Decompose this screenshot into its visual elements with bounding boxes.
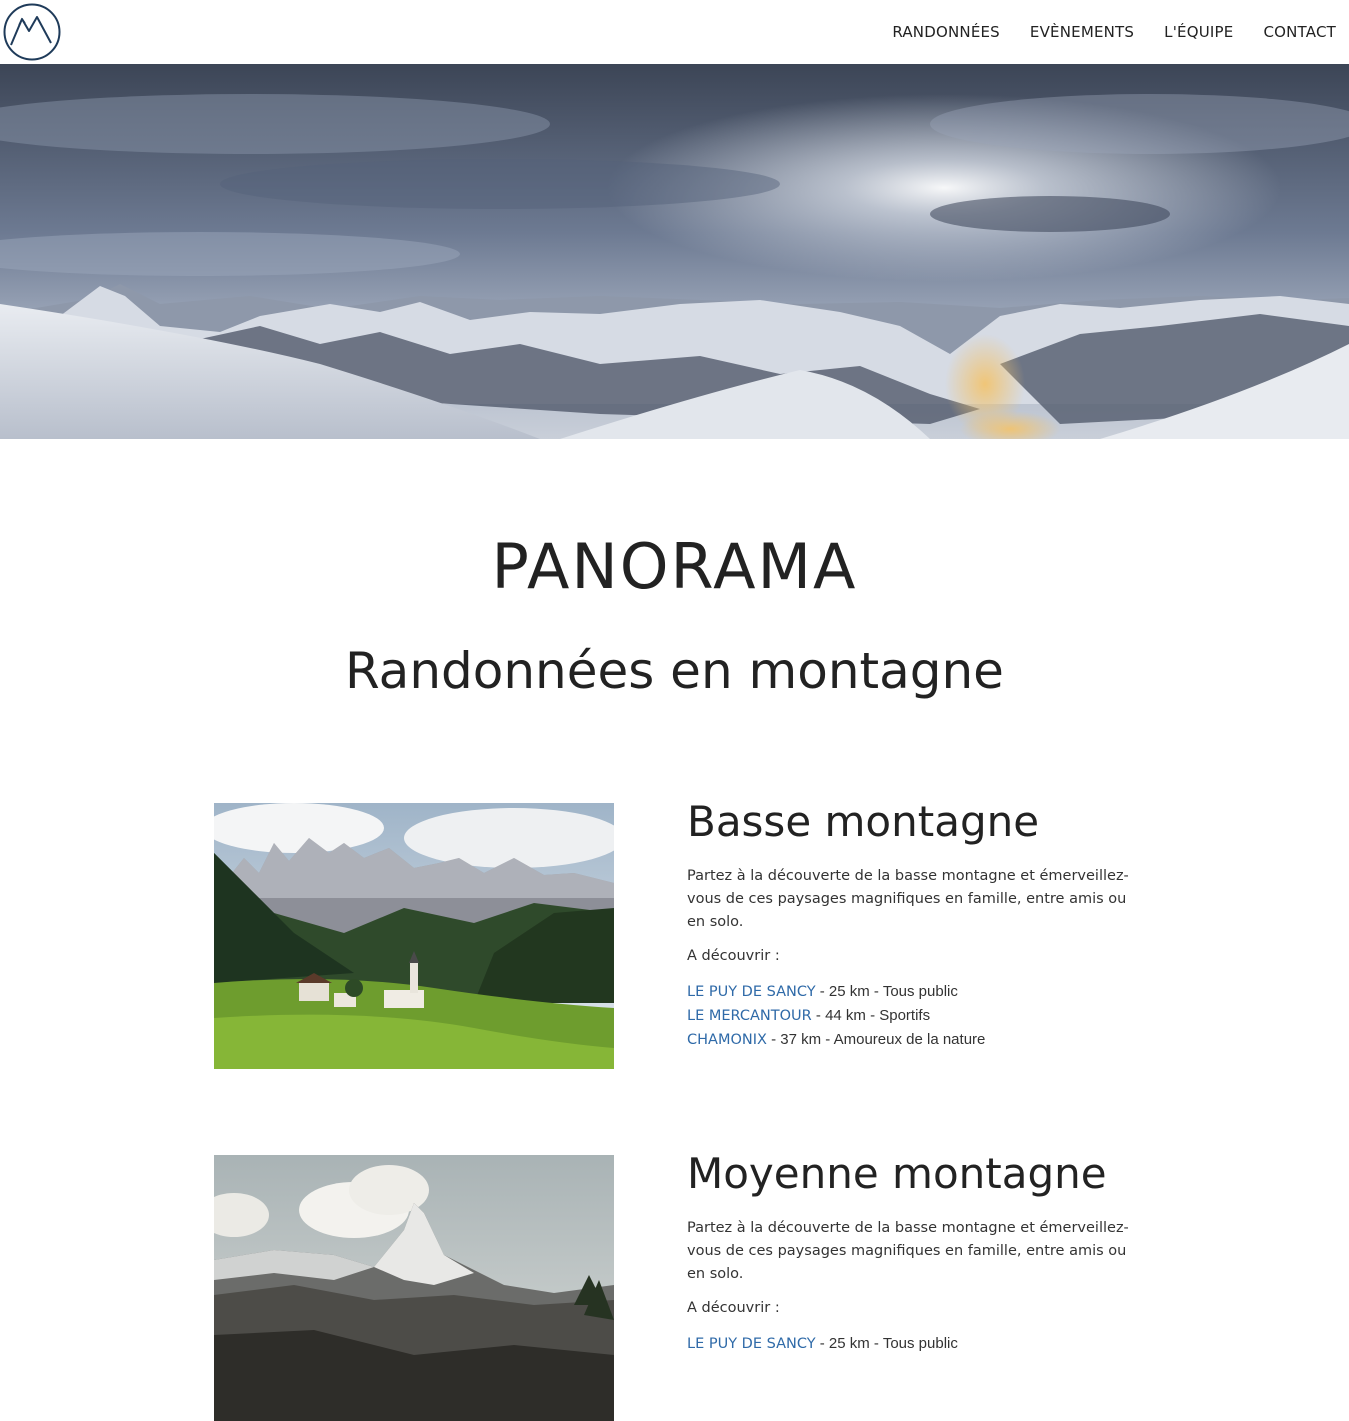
nav-link-evenements[interactable]: EVÈNEMENTS: [1030, 23, 1134, 41]
discover-label: A découvrir :: [687, 1300, 780, 1317]
section-description: Partez à la découverte de la basse monta…: [687, 868, 1129, 931]
destination-details: - 37 km - Amoureux de la nature: [766, 1031, 986, 1049]
nav-link-equipe[interactable]: L'ÉQUIPE: [1164, 23, 1233, 41]
nav-link-contact[interactable]: CONTACT: [1263, 23, 1336, 41]
matterhorn-photo: [214, 1155, 614, 1421]
list-item: LE PUY DE SANCY - 25 km - Tous public: [687, 1332, 1167, 1356]
site-header: RANDONNÉES EVÈNEMENTS L'ÉQUIPE CONTACT: [0, 0, 1349, 64]
destination-details: - 25 km - Tous public: [815, 983, 958, 1001]
section-title: Basse montagne: [687, 797, 1040, 846]
mountain-logo-icon[interactable]: [3, 3, 61, 61]
main-nav: RANDONNÉES EVÈNEMENTS L'ÉQUIPE CONTACT: [892, 0, 1336, 64]
nav-link-randonnees[interactable]: RANDONNÉES: [892, 23, 1000, 41]
section-description: Partez à la découverte de la basse monta…: [687, 1220, 1129, 1283]
section-title: Moyenne montagne: [687, 1149, 1107, 1198]
page-subtitle: Randonnées en montagne: [345, 642, 1004, 700]
discover-label: A découvrir :: [687, 948, 780, 965]
destination-link[interactable]: LE MERCANTOUR: [687, 1008, 812, 1024]
destination-link[interactable]: LE PUY DE SANCY: [687, 984, 816, 1000]
section-content: Basse montagne Partez à la découverte de…: [687, 797, 1167, 1052]
destination-link[interactable]: LE PUY DE SANCY: [687, 1336, 816, 1352]
destination-list: LE PUY DE SANCY - 25 km - Tous public LE…: [687, 980, 1167, 1052]
section-content: Moyenne montagne Partez à la découverte …: [687, 1149, 1167, 1356]
dolomites-village-photo: [214, 803, 614, 1069]
destination-details: - 25 km - Tous public: [815, 1335, 958, 1353]
list-item: LE MERCANTOUR - 44 km - Sportifs: [687, 1004, 1167, 1028]
list-item: CHAMONIX - 37 km - Amoureux de la nature: [687, 1028, 1167, 1052]
list-item: LE PUY DE SANCY - 25 km - Tous public: [687, 980, 1167, 1004]
hero-panorama-image: [0, 64, 1349, 439]
destination-list: LE PUY DE SANCY - 25 km - Tous public: [687, 1332, 1167, 1356]
destination-link[interactable]: CHAMONIX: [687, 1032, 767, 1048]
site-brand-title: PANORAMA: [491, 530, 858, 603]
destination-details: - 44 km - Sportifs: [811, 1007, 931, 1025]
